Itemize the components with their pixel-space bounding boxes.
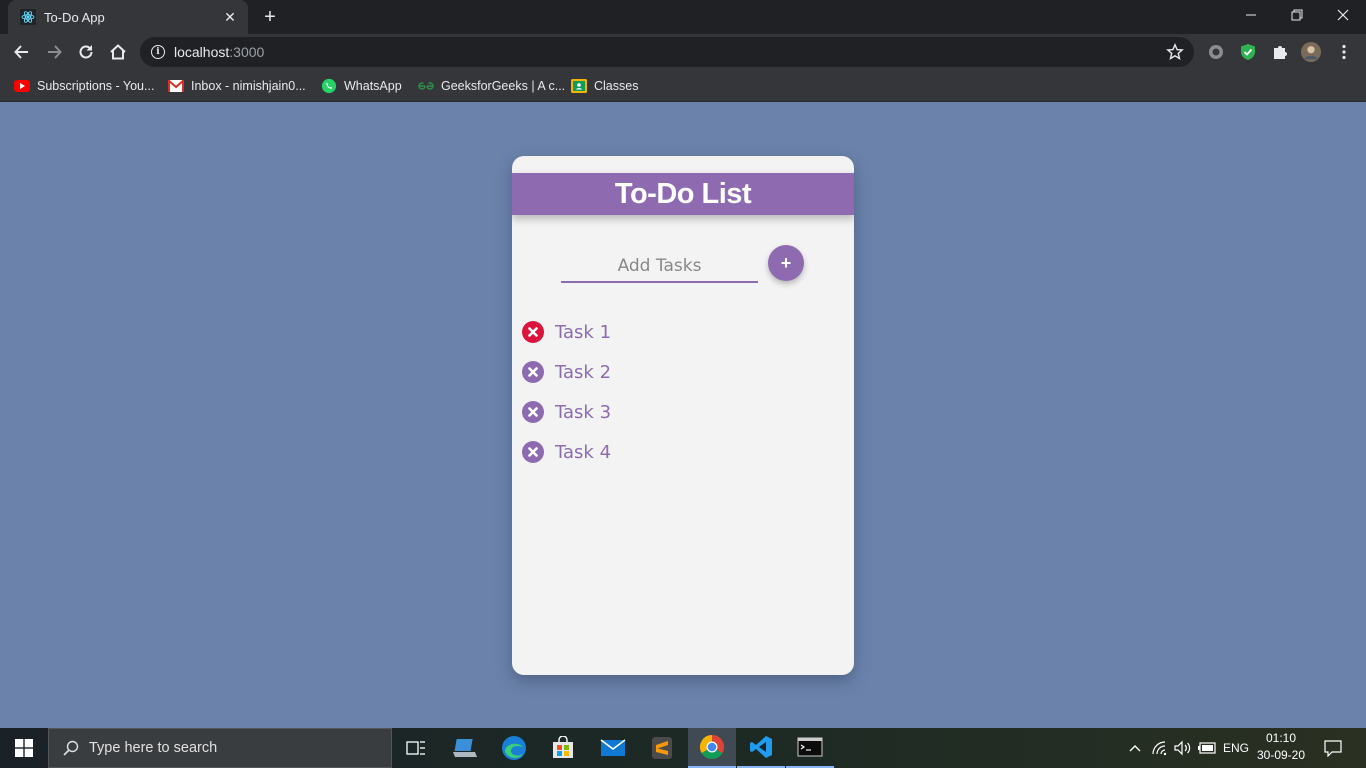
- google-classroom-icon: [571, 78, 587, 94]
- bookmark-star-icon[interactable]: [1166, 43, 1184, 61]
- tab-title: To-Do App: [44, 9, 105, 25]
- search-icon: [61, 738, 81, 758]
- mail-icon[interactable]: [589, 728, 637, 768]
- restore-icon[interactable]: [1274, 0, 1320, 30]
- terminal-icon[interactable]: [786, 728, 834, 768]
- gmail-icon: [168, 78, 184, 94]
- delete-task-icon[interactable]: [522, 321, 544, 343]
- browser-tab-bar: To-Do App ✕ +: [0, 0, 1366, 34]
- notification-icon[interactable]: [1318, 728, 1348, 768]
- bookmark-whatsapp[interactable]: WhatsApp: [321, 76, 402, 96]
- task-item: Task 1: [522, 320, 611, 344]
- edge-browser-icon[interactable]: [490, 728, 538, 768]
- task-item: Task 2: [522, 360, 611, 384]
- task-label: Task 1: [555, 321, 612, 343]
- browser-toolbar: i localhost:3000: [0, 34, 1366, 70]
- task-item: Task 4: [522, 440, 611, 464]
- bookmark-label: WhatsApp: [344, 79, 402, 93]
- bookmark-geeksforgeeks[interactable]: GeeksforGeeks | A c...: [418, 76, 565, 96]
- language-indicator[interactable]: ENG: [1220, 728, 1252, 768]
- wifi-icon[interactable]: [1149, 728, 1171, 768]
- task-label: Task 3: [555, 401, 612, 423]
- clock-time: 01:10: [1265, 731, 1297, 745]
- microsoft-store-icon[interactable]: [539, 728, 587, 768]
- system-clock[interactable]: 01:10 30-09-20: [1252, 730, 1310, 766]
- bookmark-classes[interactable]: Classes: [571, 76, 638, 96]
- delete-task-icon[interactable]: [522, 361, 544, 383]
- todo-card: To-Do List + Task 1 Task 2 Task 3 Task 4: [512, 156, 854, 675]
- site-info-icon[interactable]: i: [151, 45, 165, 59]
- url-text: localhost:3000: [174, 44, 264, 60]
- extension-circle-icon[interactable]: [1206, 42, 1226, 62]
- close-tab-icon[interactable]: ✕: [220, 7, 240, 27]
- close-window-icon[interactable]: [1320, 0, 1366, 30]
- url-port: :3000: [229, 44, 265, 60]
- task-label: Task 4: [555, 441, 612, 463]
- delete-task-icon[interactable]: [522, 441, 544, 463]
- sublime-text-icon[interactable]: [638, 728, 686, 768]
- windows-taskbar: Type here to search ENG 01:10 30-09-20: [0, 728, 1366, 768]
- forward-arrow-icon[interactable]: [40, 38, 68, 66]
- clock-date: 30-09-20: [1256, 748, 1306, 762]
- chrome-icon[interactable]: [688, 728, 736, 768]
- browser-tab[interactable]: To-Do App ✕: [8, 0, 248, 34]
- reload-icon[interactable]: [72, 38, 100, 66]
- youtube-icon: [14, 78, 30, 94]
- react-icon: [20, 9, 36, 25]
- puzzle-extensions-icon[interactable]: [1270, 42, 1290, 62]
- add-task-button[interactable]: +: [768, 245, 804, 281]
- url-host: localhost: [174, 44, 230, 60]
- bookmark-label: Inbox - nimishjain0...: [191, 79, 306, 93]
- menu-kebab-icon[interactable]: [1334, 42, 1354, 62]
- geeksforgeeks-icon: [418, 78, 434, 94]
- windows-start-icon[interactable]: [0, 728, 48, 768]
- bookmark-inbox[interactable]: Inbox - nimishjain0...: [168, 76, 306, 96]
- task-view-icon[interactable]: [392, 728, 440, 768]
- volume-icon[interactable]: [1172, 728, 1194, 768]
- card-header: To-Do List: [512, 173, 854, 215]
- task-label: Task 2: [555, 361, 612, 383]
- profile-avatar-icon[interactable]: [1301, 42, 1321, 62]
- shield-extension-icon[interactable]: [1238, 42, 1258, 62]
- bookmark-label: Classes: [594, 79, 639, 93]
- home-icon[interactable]: [104, 38, 132, 66]
- address-bar[interactable]: i localhost:3000: [140, 37, 1194, 67]
- bookmark-subscriptions[interactable]: Subscriptions - You...: [14, 76, 154, 96]
- vscode-icon[interactable]: [737, 728, 785, 768]
- battery-icon[interactable]: [1196, 728, 1218, 768]
- search-placeholder: Type here to search: [89, 740, 218, 756]
- minimize-icon[interactable]: [1228, 0, 1274, 30]
- bookmarks-bar: Subscriptions - You... Inbox - nimishjai…: [0, 70, 1366, 102]
- taskbar-search-box[interactable]: Type here to search: [48, 728, 392, 768]
- new-tab-button[interactable]: +: [258, 6, 282, 28]
- task-item: Task 3: [522, 400, 611, 424]
- page-title: To-Do List: [614, 177, 752, 210]
- show-hidden-icons-chevron-icon[interactable]: [1124, 728, 1146, 768]
- bookmark-label: Subscriptions - You...: [37, 79, 155, 93]
- add-task-input[interactable]: [561, 251, 758, 283]
- bookmark-label: GeeksforGeeks | A c...: [441, 79, 566, 93]
- laptop-app-icon[interactable]: [441, 728, 489, 768]
- back-arrow-icon[interactable]: [8, 38, 36, 66]
- whatsapp-icon: [321, 78, 337, 94]
- delete-task-icon[interactable]: [522, 401, 544, 423]
